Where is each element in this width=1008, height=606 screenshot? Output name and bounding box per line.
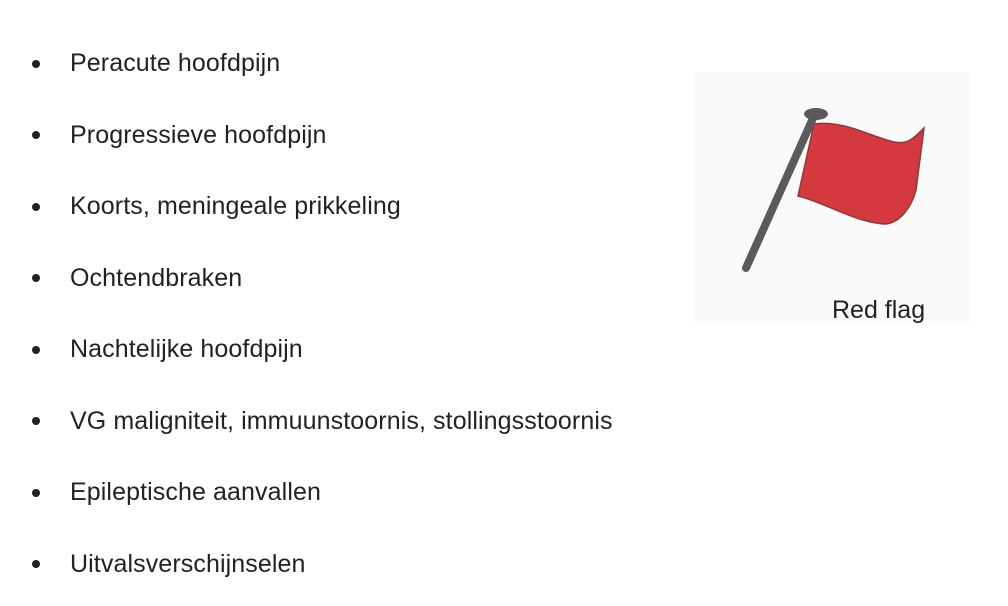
list-item-text: Ochtendbraken bbox=[70, 263, 243, 292]
list-item-text: VG maligniteit, immuunstoornis, stolling… bbox=[70, 406, 613, 435]
list-item: Peracute hoofdpijn bbox=[26, 28, 613, 100]
list-item-text: Progressieve hoofdpijn bbox=[70, 120, 327, 149]
bullet-icon bbox=[32, 417, 40, 426]
list-item: VG maligniteit, immuunstoornis, stolling… bbox=[26, 386, 613, 458]
list-item-text: Koorts, meningeale prikkeling bbox=[70, 192, 401, 221]
red-flag-icon bbox=[742, 108, 926, 272]
list-item: Koorts, meningeale prikkeling bbox=[26, 171, 613, 243]
list-item-text: Peracute hoofdpijn bbox=[70, 49, 281, 78]
bullet-icon bbox=[32, 345, 40, 354]
bullet-icon bbox=[32, 488, 40, 497]
red-flag-illustration: Red flag bbox=[694, 72, 970, 324]
bullet-icon bbox=[32, 131, 40, 140]
list-item-text: Epileptische aanvallen bbox=[70, 478, 321, 507]
list-item: Uitvalsverschijnselen bbox=[26, 529, 613, 601]
bullet-icon bbox=[32, 59, 40, 68]
list-item-text: Nachtelijke hoofdpijn bbox=[70, 335, 303, 364]
red-flag-symptom-list: Peracute hoofdpijn Progressieve hoofdpij… bbox=[26, 28, 613, 600]
bullet-icon bbox=[32, 274, 40, 283]
bullet-icon bbox=[32, 202, 40, 211]
list-item: Ochtendbraken bbox=[26, 243, 613, 315]
bullet-icon bbox=[32, 560, 40, 569]
flag-cloth bbox=[797, 122, 926, 225]
list-item: Epileptische aanvallen bbox=[26, 457, 613, 529]
list-item: Progressieve hoofdpijn bbox=[26, 100, 613, 172]
flag-caption: Red flag bbox=[832, 296, 926, 324]
flag-pole-knob bbox=[804, 108, 828, 120]
list-item-text: Uitvalsverschijnselen bbox=[70, 549, 306, 578]
list-item: Nachtelijke hoofdpijn bbox=[26, 314, 613, 386]
